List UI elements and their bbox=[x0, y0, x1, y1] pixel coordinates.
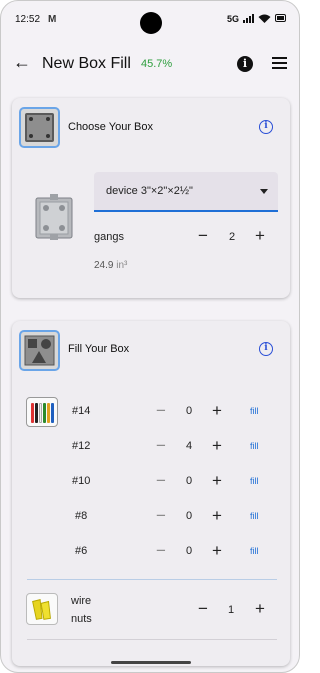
app-bar: ← New Box Fill 45.7% i bbox=[1, 41, 299, 85]
device-box-image bbox=[35, 194, 73, 240]
wifi-icon bbox=[258, 14, 271, 23]
dropdown-caret-icon bbox=[260, 189, 268, 194]
wire-plus-button[interactable]: + bbox=[209, 507, 225, 524]
divider bbox=[27, 639, 277, 640]
box-type-dropdown[interactable]: device 3"×2"×2½" bbox=[94, 172, 278, 212]
volume-value: 24.9 bbox=[94, 260, 114, 271]
wire-nuts-label-line2: nuts bbox=[71, 613, 92, 625]
wire-gauge-label: #14 bbox=[72, 405, 91, 417]
wire-minus-button[interactable]: − bbox=[153, 542, 169, 559]
gangs-plus-button[interactable]: + bbox=[252, 227, 268, 244]
divider bbox=[27, 579, 277, 580]
wire-bundle-icon bbox=[26, 397, 58, 427]
wire-gauge-label: #6 bbox=[75, 545, 88, 557]
wire-gauge-label: #10 bbox=[72, 475, 91, 487]
choose-box-card: Choose Your Box i device 3"×2"×2½" gangs… bbox=[12, 98, 290, 298]
wire-gauge-label: #12 bbox=[72, 440, 91, 452]
wire-count: 4 bbox=[185, 440, 193, 452]
help-icon[interactable]: i bbox=[259, 342, 273, 356]
wire-gauge-label: #8 bbox=[75, 510, 88, 522]
wire-count: 0 bbox=[185, 475, 193, 487]
gangs-minus-button[interactable]: − bbox=[195, 227, 211, 244]
wire-minus-button[interactable]: − bbox=[153, 472, 169, 489]
wire-nuts-label-line1: wire bbox=[71, 595, 92, 607]
page-title: New Box Fill bbox=[42, 55, 131, 72]
wire-minus-button[interactable]: − bbox=[153, 507, 169, 524]
wire-plus-button[interactable]: + bbox=[209, 472, 225, 489]
wire-fill-link[interactable]: fill bbox=[250, 406, 259, 416]
wire-nuts-plus-button[interactable]: + bbox=[252, 600, 268, 617]
wire-fill-link[interactable]: fill bbox=[250, 476, 259, 486]
wire-minus-button[interactable]: − bbox=[153, 402, 169, 419]
wire-count: 0 bbox=[185, 510, 193, 522]
gmail-icon: M bbox=[48, 14, 57, 25]
hamburger-menu-icon[interactable] bbox=[272, 57, 287, 69]
wire-nuts-count: 1 bbox=[227, 604, 235, 616]
home-indicator[interactable] bbox=[111, 661, 191, 664]
wire-plus-button[interactable]: + bbox=[209, 542, 225, 559]
wire-fill-link[interactable]: fill bbox=[250, 441, 259, 451]
gangs-value: 2 bbox=[228, 231, 236, 243]
network-type: 5G bbox=[227, 14, 240, 24]
choose-box-title: Choose Your Box bbox=[68, 121, 154, 133]
phone-screen: 12:52 M 5G ← New Box Fill 45.7% i Choose… bbox=[0, 0, 300, 673]
wire-nuts-minus-button[interactable]: − bbox=[195, 600, 211, 617]
info-icon[interactable]: i bbox=[237, 56, 253, 72]
back-arrow-icon[interactable]: ← bbox=[11, 51, 33, 73]
fill-box-title: Fill Your Box bbox=[68, 343, 130, 355]
help-icon[interactable]: i bbox=[259, 120, 273, 134]
selected-box-value: device 3"×2"×2½" bbox=[106, 185, 193, 197]
wire-fill-link[interactable]: fill bbox=[250, 511, 259, 521]
battery-icon bbox=[275, 14, 286, 22]
wire-nut-icon bbox=[26, 593, 58, 625]
wire-plus-button[interactable]: + bbox=[209, 402, 225, 419]
fill-box-icon[interactable] bbox=[19, 330, 60, 371]
fill-box-card: Fill Your Box i #14 − 0 + fill #12 − 4 +… bbox=[12, 321, 290, 666]
status-time: 12:52 bbox=[15, 14, 41, 25]
gangs-label: gangs bbox=[94, 231, 124, 243]
signal-icon bbox=[243, 14, 254, 23]
camera-cutout bbox=[140, 12, 162, 34]
wire-count: 0 bbox=[185, 545, 193, 557]
wire-minus-button[interactable]: − bbox=[153, 437, 169, 454]
wire-fill-link[interactable]: fill bbox=[250, 546, 259, 556]
box-volume: 24.9 in³ bbox=[94, 260, 127, 271]
volume-unit: in³ bbox=[116, 260, 128, 271]
box-icon[interactable] bbox=[19, 107, 60, 148]
status-bar: 12:52 M 5G bbox=[1, 1, 299, 39]
fill-percentage: 45.7% bbox=[141, 58, 173, 70]
wire-plus-button[interactable]: + bbox=[209, 437, 225, 454]
wire-count: 0 bbox=[185, 405, 193, 417]
shapes-icon bbox=[24, 335, 55, 366]
